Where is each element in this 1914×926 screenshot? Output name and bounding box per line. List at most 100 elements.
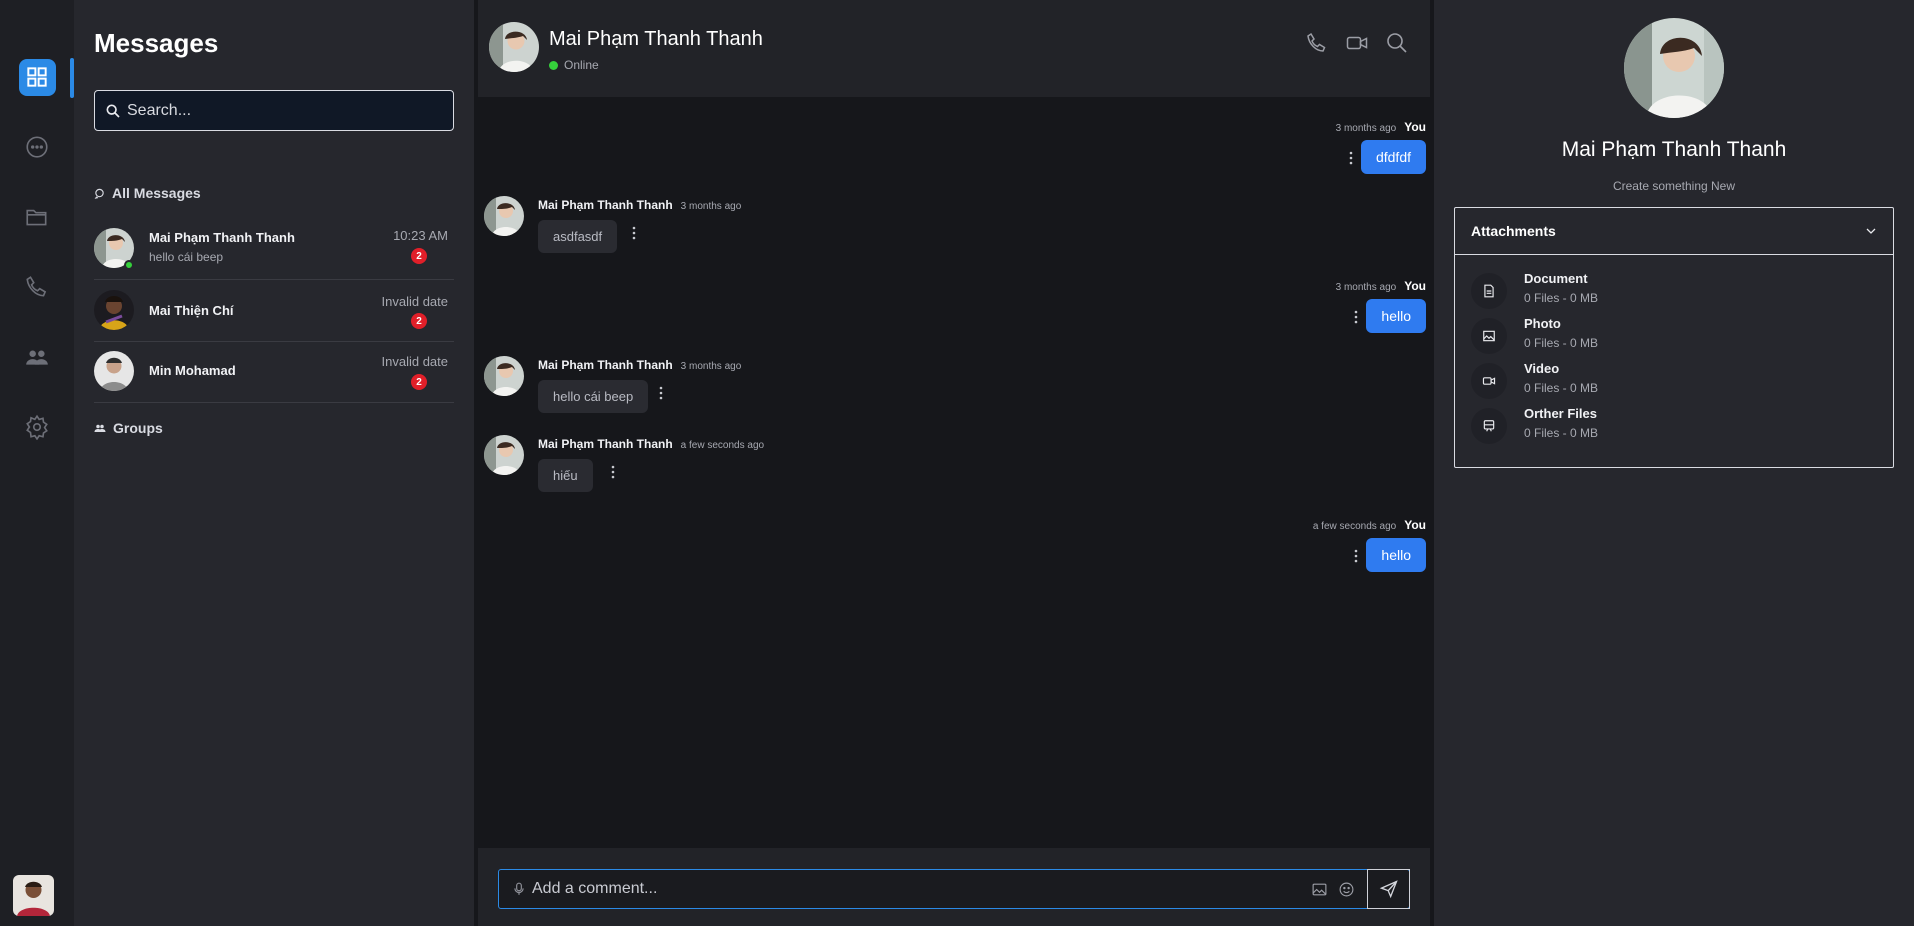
attachments-header[interactable]: Attachments — [1455, 208, 1893, 255]
message-bubble: asdfasdf — [538, 220, 618, 253]
attachments-panel: Attachments Document 0 Files - 0 MB Phot… — [1454, 207, 1894, 468]
message-bubble: dfdfdf — [1360, 140, 1426, 174]
conversation-preview: hello cái beep — [149, 250, 224, 264]
message-time: 3 months ago — [680, 201, 742, 212]
more-options-icon[interactable] — [1354, 549, 1358, 563]
image-icon[interactable] — [1311, 881, 1328, 898]
attachment-row-document[interactable]: Document 0 Files - 0 MB — [1471, 271, 1871, 311]
search-box[interactable] — [94, 90, 454, 131]
message-outgoing: 3 months ago You hello — [1336, 279, 1426, 333]
rail-files[interactable] — [0, 193, 74, 241]
rail-messages[interactable] — [0, 123, 74, 171]
video-icon — [1471, 363, 1507, 399]
app: Messages All Messages Mai Phạm Thanh Tha… — [0, 0, 1914, 926]
more-options-icon[interactable] — [632, 226, 636, 240]
conversation-panel: Messages All Messages Mai Phạm Thanh Tha… — [74, 0, 474, 926]
attachment-size: 0 Files - 0 MB — [1524, 426, 1599, 440]
message-time: 3 months ago — [1335, 123, 1397, 134]
comment-input[interactable] — [526, 870, 1311, 908]
message-bubble: hiếu — [538, 459, 593, 492]
chat-header: Mai Phạm Thanh Thanh Online — [478, 0, 1430, 97]
message-meta: 3 months ago You — [1336, 120, 1426, 134]
composer — [498, 869, 1410, 909]
more-options-icon[interactable] — [1354, 310, 1358, 324]
chat-bubble-icon — [26, 136, 48, 158]
conversation-item[interactable]: Min Mohamad Invalid date 2 — [94, 343, 454, 403]
more-options-icon[interactable] — [659, 386, 663, 400]
all-messages-heading[interactable]: All Messages — [94, 185, 201, 201]
more-options-icon[interactable] — [611, 465, 615, 479]
more-options-icon[interactable] — [1349, 151, 1353, 165]
avatar — [484, 435, 524, 475]
message-outgoing: 3 months ago You dfdfdf — [1336, 120, 1426, 174]
attachments-title: Attachments — [1471, 223, 1556, 239]
unread-badge: 2 — [411, 248, 427, 264]
conversation-name: Mai Thiện Chí — [149, 303, 234, 318]
groups-label: Groups — [113, 420, 163, 436]
users-icon — [26, 350, 48, 365]
attachment-size: 0 Files - 0 MB — [1524, 381, 1599, 395]
conversation-item[interactable]: Mai Thiện Chí Invalid date 2 — [94, 282, 454, 342]
conversation-item[interactable]: Mai Phạm Thanh Thanh hello cái beep 10:2… — [94, 220, 454, 280]
online-indicator — [124, 260, 134, 270]
composer-bar — [478, 848, 1430, 926]
users-icon — [94, 424, 106, 432]
attachment-row-photo[interactable]: Photo 0 Files - 0 MB — [1471, 316, 1871, 356]
contact-subtitle: Create something New — [1612, 179, 1736, 193]
attachment-name: Photo — [1524, 316, 1561, 331]
message-bubble: hello — [1366, 538, 1426, 572]
video-icon[interactable] — [1345, 31, 1369, 55]
attachment-size: 0 Files - 0 MB — [1524, 291, 1599, 305]
search-input[interactable] — [127, 101, 453, 120]
message-bubble: hello — [1366, 299, 1426, 333]
message-meta: 3 months ago You — [1336, 279, 1426, 293]
nav-rail — [0, 0, 74, 926]
conversation-time: Invalid date — [381, 294, 449, 309]
search-icon — [106, 104, 120, 118]
message-meta: a few seconds ago You — [1313, 518, 1426, 532]
message-sender: Mai Phạm Thanh Thanh a few seconds ago — [538, 437, 765, 451]
phone-icon[interactable] — [1305, 31, 1329, 55]
attachment-row-other[interactable]: Orther Files 0 Files - 0 MB — [1471, 406, 1871, 446]
send-icon — [1379, 880, 1398, 899]
status-text: Online — [564, 58, 599, 72]
current-user-avatar[interactable] — [13, 875, 54, 916]
message-sender: You — [1404, 518, 1426, 532]
send-button[interactable] — [1367, 869, 1410, 909]
conversation-name: Mai Phạm Thanh Thanh — [149, 230, 295, 245]
rail-settings[interactable] — [0, 403, 74, 451]
message-outgoing: a few seconds ago You hello — [1313, 518, 1426, 572]
document-icon — [1471, 273, 1507, 309]
chat-outline-icon — [94, 188, 104, 199]
attachment-row-video[interactable]: Video 0 Files - 0 MB — [1471, 361, 1871, 401]
chat-panel: Mai Phạm Thanh Thanh Online 3 months ago… — [478, 0, 1430, 926]
message-time: 3 months ago — [1335, 282, 1397, 293]
search-icon[interactable] — [1385, 31, 1409, 55]
contact-info-panel: Mai Phạm Thanh Thanh Create something Ne… — [1434, 0, 1914, 926]
photo-icon — [1471, 318, 1507, 354]
rail-contacts[interactable] — [0, 333, 74, 381]
attachment-name: Video — [1524, 361, 1560, 376]
rail-dashboard[interactable] — [0, 53, 74, 101]
files-icon — [1471, 408, 1507, 444]
groups-heading[interactable]: Groups — [94, 420, 163, 436]
panel-title: Messages — [94, 28, 219, 58]
unread-badge: 2 — [411, 374, 427, 390]
message-time: a few seconds ago — [1312, 521, 1397, 532]
attachment-name: Document — [1524, 271, 1588, 286]
all-messages-label: All Messages — [112, 185, 201, 201]
contact-avatar[interactable] — [1624, 18, 1724, 118]
emoji-icon[interactable] — [1338, 881, 1355, 898]
message-bubble: hello cái beep — [538, 380, 649, 413]
contact-name: Mai Phạm Thanh Thanh — [1561, 138, 1787, 161]
conversation-time: 10:23 AM — [393, 228, 448, 243]
chat-avatar[interactable] — [489, 22, 539, 72]
message-sender: Mai Phạm Thanh Thanh 3 months ago — [538, 358, 742, 372]
chat-contact-name: Mai Phạm Thanh Thanh — [549, 28, 763, 50]
microphone-icon[interactable] — [512, 881, 526, 897]
avatar — [94, 290, 134, 330]
avatar — [484, 196, 524, 236]
attachment-size: 0 Files - 0 MB — [1524, 336, 1599, 350]
rail-calls[interactable] — [0, 263, 74, 311]
dashboard-icon — [18, 58, 56, 96]
